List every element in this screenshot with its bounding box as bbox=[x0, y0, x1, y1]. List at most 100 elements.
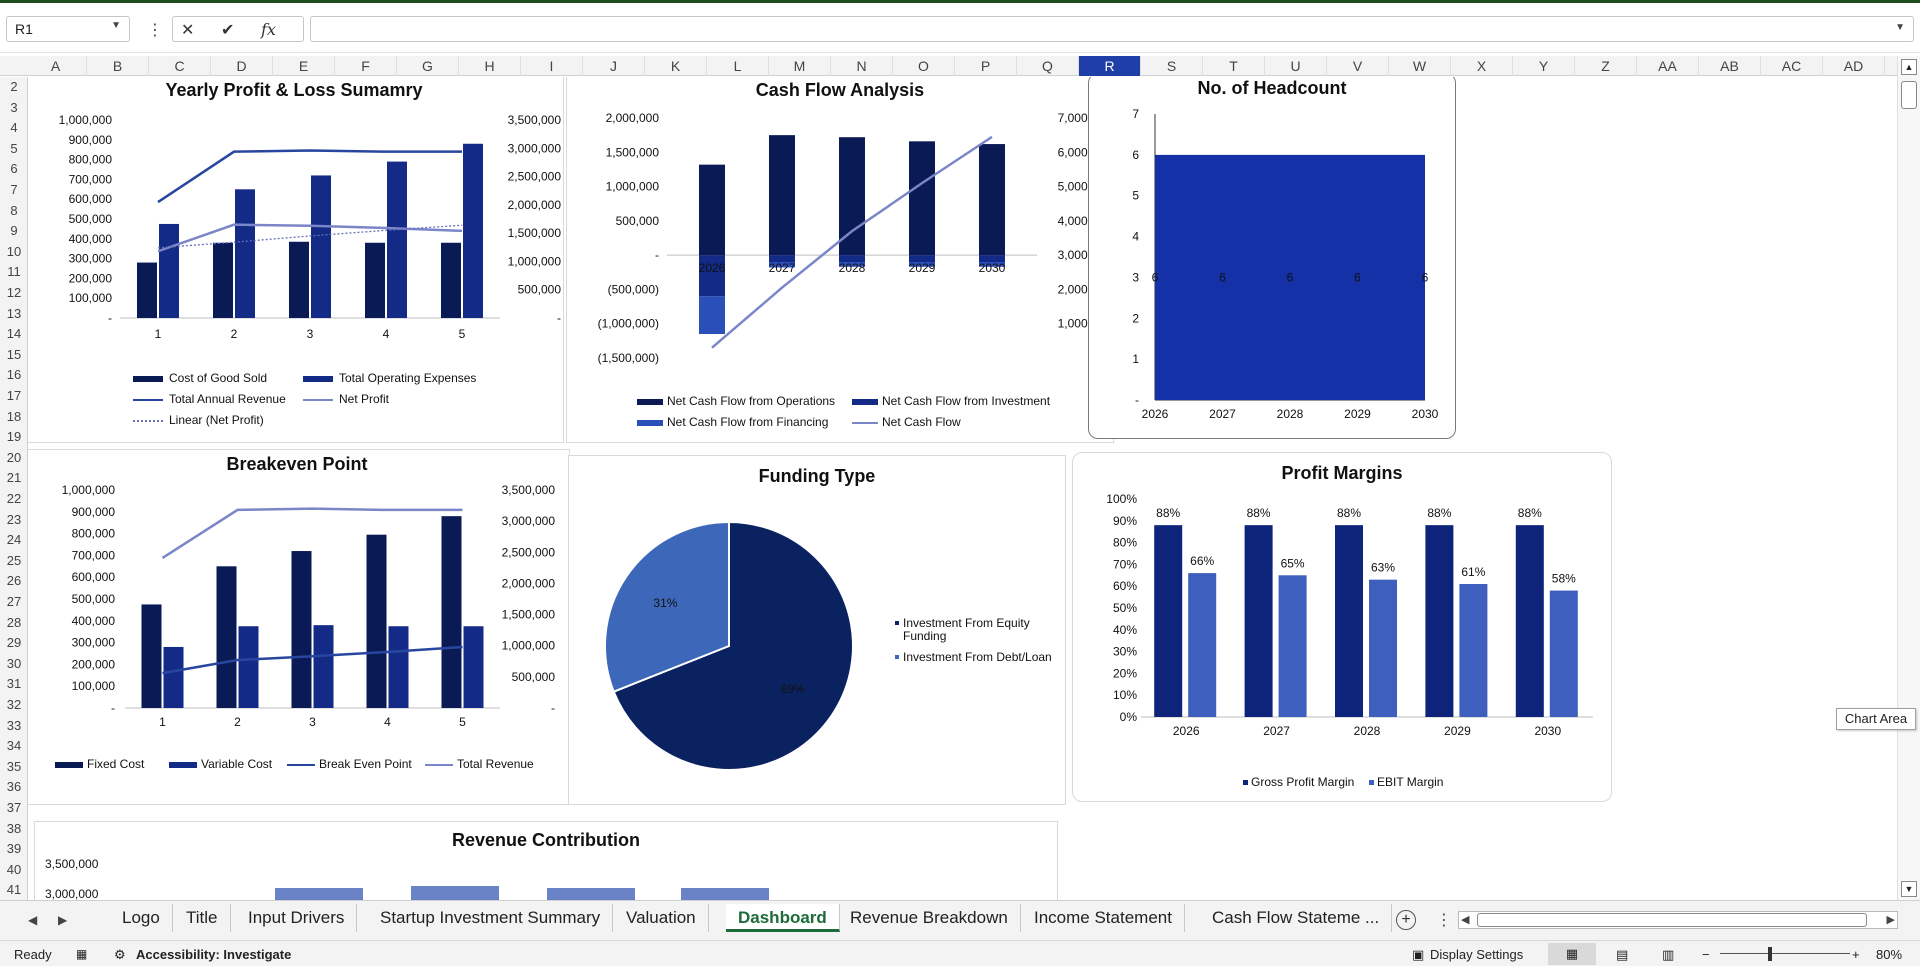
row-header-38[interactable]: 38 bbox=[0, 821, 28, 836]
row-header-36[interactable]: 36 bbox=[0, 779, 28, 794]
scroll-left-icon[interactable]: ◀ bbox=[1461, 913, 1469, 926]
chart-headcount[interactable]: No. of Headcount 7 6 5 4 3 2 1-2026 6 2027 6 2028 6… bbox=[1088, 77, 1456, 439]
chart-yearly-pl[interactable]: Yearly Profit & Loss Sumamry 1,000,000 90… bbox=[28, 77, 564, 443]
column-header-aa[interactable]: AA bbox=[1637, 56, 1699, 76]
zoom-out-icon[interactable]: − bbox=[1702, 947, 1710, 962]
scroll-right-icon[interactable]: ▶ bbox=[1887, 913, 1895, 926]
expand-formula-icon[interactable]: ▼ bbox=[1895, 22, 1905, 33]
display-settings[interactable]: Display Settings bbox=[1430, 947, 1523, 962]
row-header-40[interactable]: 40 bbox=[0, 862, 28, 877]
column-header-e[interactable]: E bbox=[273, 56, 335, 76]
row-header-22[interactable]: 22 bbox=[0, 491, 28, 506]
column-header-g[interactable]: G bbox=[397, 56, 459, 76]
column-header-o[interactable]: O bbox=[893, 56, 955, 76]
row-header-7[interactable]: 7 bbox=[0, 182, 28, 197]
zoom-slider[interactable] bbox=[1720, 953, 1850, 954]
tab-dashboard[interactable]: Dashboard bbox=[726, 904, 840, 932]
column-header-f[interactable]: F bbox=[335, 56, 397, 76]
row-header-2[interactable]: 2 bbox=[0, 79, 28, 94]
tab-startup-investment-summary[interactable]: Startup Investment Summary bbox=[368, 904, 614, 932]
column-header-ad[interactable]: AD bbox=[1823, 56, 1885, 76]
column-header-ac[interactable]: AC bbox=[1761, 56, 1823, 76]
column-header-d[interactable]: D bbox=[211, 56, 273, 76]
column-header-i[interactable]: I bbox=[521, 56, 583, 76]
chart-funding-type[interactable]: Funding Type 69% 31% Investment From Equit… bbox=[568, 455, 1066, 805]
row-header-5[interactable]: 5 bbox=[0, 141, 28, 156]
column-header-z[interactable]: Z bbox=[1575, 56, 1637, 76]
column-header-a[interactable]: A bbox=[25, 56, 87, 76]
row-header-21[interactable]: 21 bbox=[0, 470, 28, 485]
zoom-in-icon[interactable]: + bbox=[1852, 947, 1860, 962]
worksheet-grid[interactable]: Yearly Profit & Loss Sumamry 1,000,000 90… bbox=[28, 77, 1897, 900]
page-layout-icon[interactable]: ▤ bbox=[1616, 947, 1628, 963]
row-header-35[interactable]: 35 bbox=[0, 759, 28, 774]
accessibility-status[interactable]: Accessibility: Investigate bbox=[136, 947, 291, 962]
row-header-29[interactable]: 29 bbox=[0, 635, 28, 650]
scroll-down-icon[interactable]: ▼ bbox=[1901, 881, 1917, 897]
tab-revenue-breakdown[interactable]: Revenue Breakdown bbox=[838, 904, 1021, 932]
column-header-c[interactable]: C bbox=[149, 56, 211, 76]
row-header-18[interactable]: 18 bbox=[0, 409, 28, 424]
column-header-y[interactable]: Y bbox=[1513, 56, 1575, 76]
row-header-12[interactable]: 12 bbox=[0, 285, 28, 300]
row-header-25[interactable]: 25 bbox=[0, 553, 28, 568]
column-header-w[interactable]: W bbox=[1389, 56, 1451, 76]
tab-title[interactable]: Title bbox=[174, 904, 231, 932]
row-header-9[interactable]: 9 bbox=[0, 223, 28, 238]
row-header-27[interactable]: 27 bbox=[0, 594, 28, 609]
chart-breakeven[interactable]: Breakeven Point 1,000,000 900,000 800,000 7… bbox=[28, 449, 570, 805]
row-header-4[interactable]: 4 bbox=[0, 120, 28, 135]
column-header-j[interactable]: J bbox=[583, 56, 645, 76]
row-header-8[interactable]: 8 bbox=[0, 203, 28, 218]
row-header-39[interactable]: 39 bbox=[0, 841, 28, 856]
row-header-41[interactable]: 41 bbox=[0, 882, 28, 897]
more-sheets-icon[interactable]: ⋮ bbox=[1436, 910, 1452, 930]
zoom-slider-thumb[interactable] bbox=[1768, 947, 1772, 961]
accessibility-icon[interactable]: ⚙ bbox=[114, 947, 126, 963]
row-header-33[interactable]: 33 bbox=[0, 718, 28, 733]
cancel-icon[interactable]: ✕ bbox=[181, 20, 194, 40]
column-header-m[interactable]: M bbox=[769, 56, 831, 76]
row-header-10[interactable]: 10 bbox=[0, 244, 28, 259]
column-header-q[interactable]: Q bbox=[1017, 56, 1079, 76]
row-header-6[interactable]: 6 bbox=[0, 161, 28, 176]
row-header-20[interactable]: 20 bbox=[0, 450, 28, 465]
tab-input-drivers[interactable]: Input Drivers bbox=[236, 904, 358, 932]
normal-view-icon[interactable]: ▦ bbox=[1548, 943, 1596, 965]
row-header-23[interactable]: 23 bbox=[0, 512, 28, 527]
column-header-h[interactable]: H bbox=[459, 56, 521, 76]
display-settings-icon[interactable]: ▣ bbox=[1412, 947, 1424, 963]
column-header-p[interactable]: P bbox=[955, 56, 1017, 76]
formula-input[interactable]: ▼ bbox=[310, 16, 1914, 42]
zoom-level[interactable]: 80% bbox=[1876, 947, 1902, 962]
tab-valuation[interactable]: Valuation bbox=[614, 904, 709, 932]
row-header-34[interactable]: 34 bbox=[0, 738, 28, 753]
add-sheet-icon[interactable]: + bbox=[1396, 910, 1416, 930]
row-header-17[interactable]: 17 bbox=[0, 388, 28, 403]
vertical-scrollbar[interactable]: ▲ ▼ bbox=[1897, 56, 1920, 900]
row-header-13[interactable]: 13 bbox=[0, 306, 28, 321]
row-header-30[interactable]: 30 bbox=[0, 656, 28, 671]
more-options-icon[interactable]: ⋮ bbox=[147, 20, 163, 40]
column-header-t[interactable]: T bbox=[1203, 56, 1265, 76]
scroll-up-icon[interactable]: ▲ bbox=[1901, 59, 1917, 75]
insert-function-icon[interactable]: fx bbox=[261, 20, 276, 39]
row-header-11[interactable]: 11 bbox=[0, 264, 28, 279]
row-header-28[interactable]: 28 bbox=[0, 615, 28, 630]
column-header-v[interactable]: V bbox=[1327, 56, 1389, 76]
macro-record-icon[interactable]: ▦ bbox=[76, 947, 87, 961]
column-header-k[interactable]: K bbox=[645, 56, 707, 76]
row-header-32[interactable]: 32 bbox=[0, 697, 28, 712]
column-header-s[interactable]: S bbox=[1141, 56, 1203, 76]
row-header-19[interactable]: 19 bbox=[0, 429, 28, 444]
column-header-l[interactable]: L bbox=[707, 56, 769, 76]
row-header-14[interactable]: 14 bbox=[0, 326, 28, 341]
chart-revenue-contribution[interactable]: Revenue Contribution 3,500,0003,000,000T… bbox=[34, 821, 1058, 900]
page-break-icon[interactable]: ▥ bbox=[1662, 947, 1674, 963]
tab-prev-icon[interactable]: ◀ bbox=[28, 913, 37, 927]
tab-cash-flow-stateme[interactable]: Cash Flow Stateme ... bbox=[1200, 904, 1393, 932]
tab-income-statement[interactable]: Income Statement bbox=[1022, 904, 1185, 932]
chevron-down-icon[interactable]: ▼ bbox=[111, 20, 121, 31]
row-header-24[interactable]: 24 bbox=[0, 532, 28, 547]
row-header-31[interactable]: 31 bbox=[0, 676, 28, 691]
